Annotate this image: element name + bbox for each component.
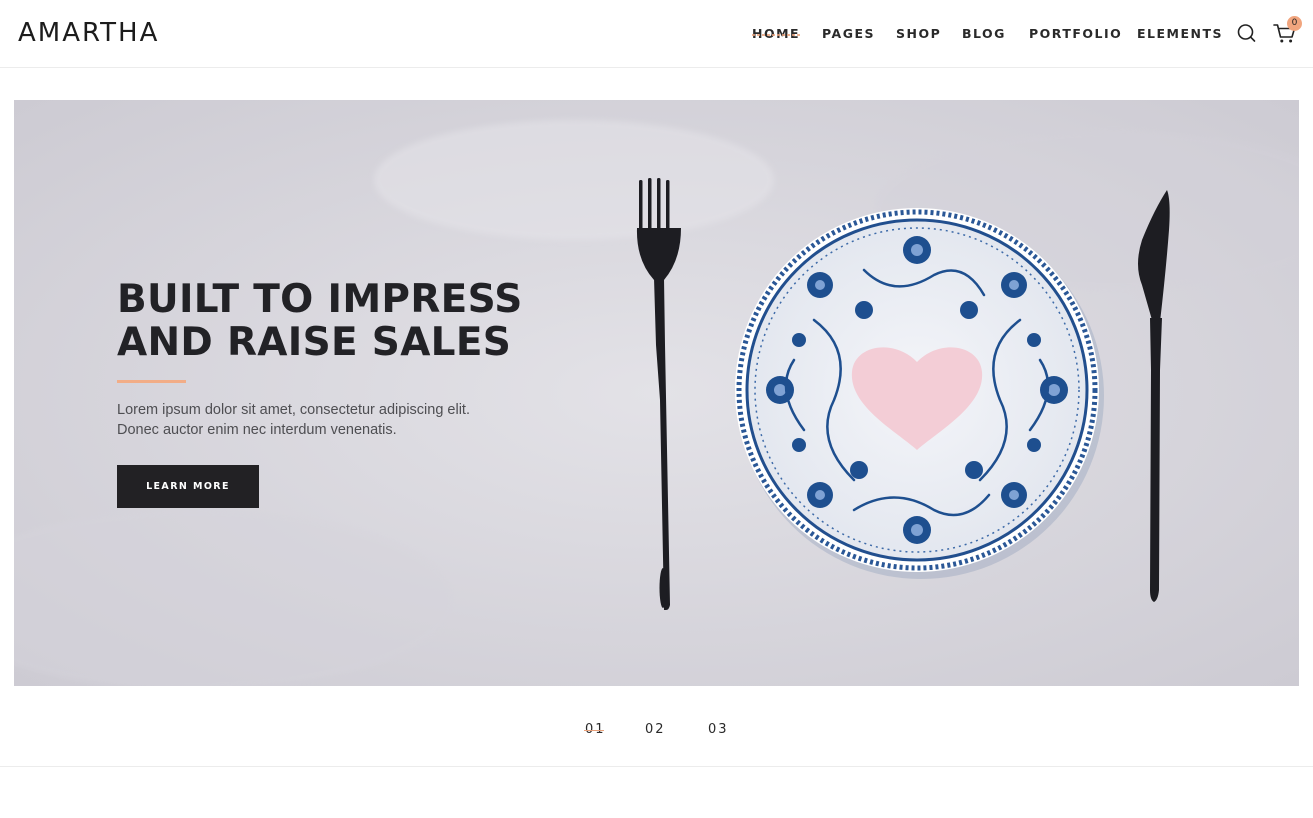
cart-count-badge: 0 [1287, 16, 1302, 31]
nav-item-pages[interactable]: PAGES [822, 26, 875, 42]
pager-item-02[interactable]: 02 [645, 720, 666, 740]
nav-item-elements[interactable]: ELEMENTS [1137, 26, 1223, 42]
hero-slider: BUILT TO IMPRESS AND RAISE SALES Lorem i… [14, 100, 1299, 686]
nav-item-portfolio[interactable]: PORTFOLIO [1029, 26, 1122, 42]
pager-item-03[interactable]: 03 [708, 720, 729, 740]
hero-image [14, 100, 1299, 686]
hero-title-line-2: AND RAISE SALES [117, 320, 512, 365]
site-header: AMARTHA HOME PAGES SHOP BLOG PORTFOLIO E… [0, 0, 1313, 68]
hero-description-line-2: Donec auctor enim nec interdum venenatis… [117, 422, 397, 438]
logo[interactable]: AMARTHA [18, 16, 159, 50]
section-divider [0, 766, 1313, 767]
slider-pager: 01 02 03 [0, 720, 1313, 740]
nav-item-blog[interactable]: BLOG [962, 26, 1006, 42]
hero-title: BUILT TO IMPRESS AND RAISE SALES [117, 278, 557, 364]
nav-item-home[interactable]: HOME [752, 26, 801, 42]
hero-description: Lorem ipsum dolor sit amet, consectetur … [117, 400, 517, 440]
hero-accent-line [117, 380, 186, 383]
nav-item-shop[interactable]: SHOP [896, 26, 941, 42]
hero-title-line-1: BUILT TO IMPRESS [117, 277, 523, 322]
learn-more-button[interactable]: LEARN MORE [117, 465, 259, 508]
hero-description-line-1: Lorem ipsum dolor sit amet, consectetur … [117, 402, 470, 418]
search-button[interactable] [1234, 20, 1260, 46]
pager-item-01[interactable]: 01 [584, 720, 606, 740]
search-icon [1237, 24, 1256, 42]
